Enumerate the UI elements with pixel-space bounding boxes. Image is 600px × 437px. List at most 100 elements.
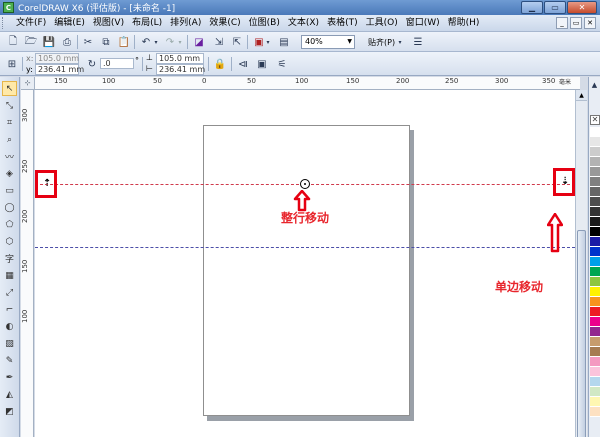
vertical-ruler[interactable]: 300 250 200 150 100 bbox=[21, 90, 34, 437]
minimize-button[interactable]: ▁ bbox=[521, 1, 543, 14]
color-swatch[interactable] bbox=[590, 377, 600, 387]
menu-window[interactable]: 窗口(W) bbox=[402, 16, 444, 31]
color-swatch[interactable] bbox=[590, 187, 600, 197]
basic-shapes-tool[interactable]: ⬡ bbox=[2, 234, 17, 249]
blend-tool[interactable]: ◐ bbox=[2, 319, 17, 334]
doc-minimize-button[interactable]: _ bbox=[556, 17, 568, 29]
menu-tools[interactable]: 工具(O) bbox=[362, 16, 402, 31]
color-swatch[interactable] bbox=[590, 277, 600, 287]
palette-menu-button[interactable]: ▲ bbox=[589, 79, 600, 90]
color-swatch[interactable] bbox=[590, 397, 600, 407]
undo-dropdown[interactable]: ▾ bbox=[152, 34, 160, 50]
connector-tool[interactable]: ⌐ bbox=[2, 302, 17, 317]
y-field[interactable]: 236.41 mm bbox=[35, 64, 84, 75]
color-swatch[interactable] bbox=[590, 357, 600, 367]
menu-bitmaps[interactable]: 位图(B) bbox=[245, 16, 284, 31]
snap-dropdown[interactable]: ▾ bbox=[396, 34, 404, 50]
menu-layout[interactable]: 布局(L) bbox=[128, 16, 166, 31]
color-swatch[interactable] bbox=[590, 387, 600, 397]
color-eyedropper-tool[interactable]: ✎ bbox=[2, 353, 17, 368]
color-swatch[interactable] bbox=[590, 257, 600, 267]
cut-button[interactable]: ✂ bbox=[80, 34, 96, 50]
shape-tool[interactable]: ⤡ bbox=[2, 98, 17, 113]
rectangle-tool[interactable]: ▭ bbox=[2, 183, 17, 198]
guideline[interactable] bbox=[35, 247, 575, 248]
rotate-handle-icon[interactable]: ⇣ bbox=[561, 176, 569, 187]
menu-help[interactable]: 帮助(H) bbox=[444, 16, 484, 31]
launcher-dropdown[interactable]: ▾ bbox=[264, 34, 272, 50]
horizontal-ruler[interactable]: 150 100 50 0 50 100 150 200 250 300 350 … bbox=[35, 77, 580, 90]
menu-table[interactable]: 表格(T) bbox=[323, 16, 362, 31]
color-swatch[interactable] bbox=[590, 317, 600, 327]
zoom-tool[interactable]: ⌕ bbox=[2, 132, 17, 147]
color-swatch[interactable] bbox=[590, 177, 600, 187]
guideline-options-button[interactable]: ⚟ bbox=[274, 56, 290, 72]
color-swatch[interactable] bbox=[590, 327, 600, 337]
color-swatch[interactable] bbox=[590, 217, 600, 227]
color-swatch[interactable] bbox=[590, 237, 600, 247]
outline-pen-tool[interactable]: ✒ bbox=[2, 370, 17, 385]
lock-guideline-button[interactable]: 🔒 bbox=[212, 56, 228, 72]
vertical-scrollbar[interactable]: ▲ bbox=[575, 90, 587, 437]
color-swatch[interactable] bbox=[590, 297, 600, 307]
menu-edit[interactable]: 编辑(E) bbox=[50, 16, 89, 31]
color-swatch[interactable] bbox=[590, 127, 600, 137]
color-swatch[interactable] bbox=[590, 367, 600, 377]
menu-view[interactable]: 视图(V) bbox=[89, 16, 128, 31]
color-swatch[interactable] bbox=[590, 207, 600, 217]
options-button[interactable]: ☰ bbox=[410, 34, 426, 50]
menu-file[interactable]: 文件(F) bbox=[12, 16, 50, 31]
menu-arrange[interactable]: 排列(A) bbox=[166, 16, 205, 31]
zoom-combo[interactable]: 40% ▼ bbox=[301, 35, 355, 49]
open-button[interactable]: 🗁 bbox=[23, 34, 39, 50]
color-swatch[interactable] bbox=[590, 157, 600, 167]
document-page[interactable] bbox=[203, 125, 410, 416]
wrap-guideline-button[interactable]: ⧏ bbox=[235, 56, 251, 72]
color-swatch[interactable] bbox=[590, 147, 600, 157]
rotate-handle-icon[interactable]: ⇡ bbox=[43, 178, 51, 189]
save-button[interactable]: 💾 bbox=[41, 34, 57, 50]
no-color-swatch[interactable]: ✕ bbox=[590, 115, 600, 125]
color-swatch[interactable] bbox=[590, 247, 600, 257]
freehand-tool[interactable]: 〰 bbox=[2, 149, 17, 164]
color-swatch[interactable] bbox=[590, 287, 600, 297]
table-tool[interactable]: ▦ bbox=[2, 268, 17, 283]
doc-restore-button[interactable]: ▭ bbox=[570, 17, 582, 29]
angle-field[interactable]: .0 bbox=[100, 58, 134, 69]
polygon-tool[interactable]: ⬠ bbox=[2, 217, 17, 232]
text-tool[interactable]: 字 bbox=[2, 251, 17, 266]
new-document-button[interactable]: 🗋 bbox=[5, 34, 21, 50]
pick-tool[interactable]: ↖ bbox=[2, 81, 17, 96]
color-swatch[interactable] bbox=[590, 307, 600, 317]
snap-to-menu[interactable]: 贴齐(P) bbox=[368, 37, 395, 48]
interactive-fill-tool[interactable]: ◩ bbox=[2, 404, 17, 419]
smart-fill-tool[interactable]: ◈ bbox=[2, 166, 17, 181]
import-button[interactable]: ⇲ bbox=[211, 34, 227, 50]
color-swatch[interactable] bbox=[590, 347, 600, 357]
menu-text[interactable]: 文本(X) bbox=[284, 16, 323, 31]
menu-effects[interactable]: 效果(C) bbox=[205, 16, 244, 31]
color-swatch[interactable] bbox=[590, 337, 600, 347]
doc-close-button[interactable]: ✕ bbox=[584, 17, 596, 29]
rotation-center-icon[interactable] bbox=[300, 179, 310, 189]
close-button[interactable]: ✕ bbox=[567, 1, 597, 14]
search-content-button[interactable]: ◪ bbox=[191, 34, 207, 50]
page-layout-button[interactable]: ▣ bbox=[254, 56, 270, 72]
ruler-origin[interactable]: ⊹ bbox=[21, 77, 35, 90]
drawing-canvas[interactable]: ⇡ ⇣ 整行移动 单边移动 bbox=[35, 90, 575, 437]
color-swatch[interactable] bbox=[590, 267, 600, 277]
paste-button[interactable]: 📋 bbox=[116, 34, 132, 50]
x-field[interactable]: 105.0 mm bbox=[35, 53, 79, 64]
print-button[interactable]: ⎙ bbox=[59, 34, 75, 50]
dimension-tool[interactable]: ⤢ bbox=[2, 285, 17, 300]
export-button[interactable]: ⇱ bbox=[229, 34, 245, 50]
pos-x-field[interactable]: 105.0 mm bbox=[156, 53, 204, 64]
welcome-screen-button[interactable]: ▤ bbox=[276, 34, 292, 50]
copy-button[interactable]: ⧉ bbox=[98, 34, 114, 50]
color-swatch[interactable] bbox=[590, 137, 600, 147]
maximize-button[interactable]: ▭ bbox=[544, 1, 566, 14]
guidelines-mode-button[interactable]: ⊞ bbox=[4, 56, 20, 72]
ellipse-tool[interactable]: ◯ bbox=[2, 200, 17, 215]
color-swatch[interactable] bbox=[590, 407, 600, 417]
redo-dropdown[interactable]: ▾ bbox=[176, 34, 184, 50]
